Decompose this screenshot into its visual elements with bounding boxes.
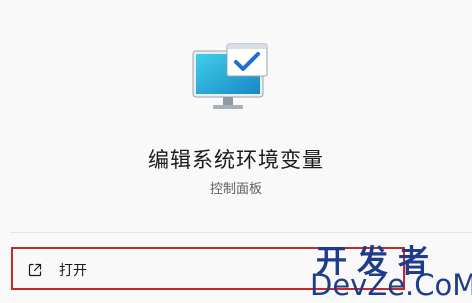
watermark-bottom-text: DevZe.CoM [310, 268, 472, 302]
open-label: 打开 [59, 263, 87, 279]
app-title: 编辑系统环境变量 [148, 148, 324, 172]
search-result-detail-panel: 编辑系统环境变量 控制面板 打开 开发者 DevZe.CoM [0, 0, 472, 303]
watermark: 开发者 DevZe.CoM [310, 236, 472, 302]
open-external-icon [28, 263, 42, 277]
divider [10, 232, 472, 233]
control-panel-monitor-check-icon [192, 43, 268, 109]
app-subtitle: 控制面板 [209, 182, 262, 197]
